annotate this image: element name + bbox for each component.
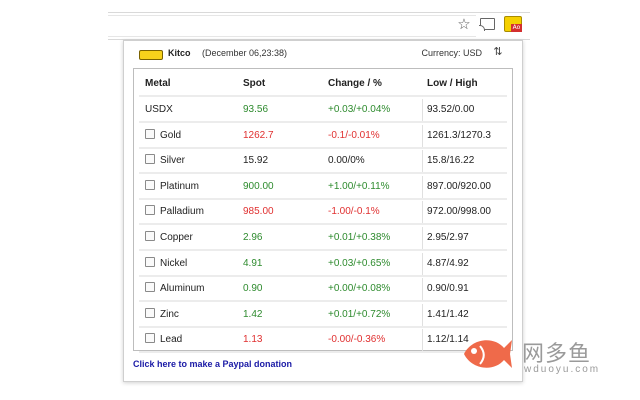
refresh-icon[interactable]: ⇅ (492, 46, 504, 58)
change-value: +0.03/+0.04% (328, 104, 391, 115)
header-spot: Spot (243, 78, 266, 89)
low-high-value: 4.87/4.92 (427, 257, 469, 269)
metal-checkbox[interactable] (145, 256, 155, 267)
table-row: Aluminum 0.90 +0.00/+0.08% 0.90/0.91 (139, 278, 507, 303)
popup-header: Kitco (December 06,23:38) Currency: USD … (124, 41, 522, 67)
kitco-popup: Kitco (December 06,23:38) Currency: USD … (123, 40, 523, 382)
table-row: USDX 93.56 +0.03/+0.04% 93.52/0.00 (139, 99, 507, 123)
table-row: Silver 15.92 0.00/0% 15.8/16.22 (139, 150, 507, 175)
star-icon[interactable]: ☆ (455, 15, 473, 33)
gold-bar-icon (139, 50, 163, 60)
extension-badge: Ao (511, 24, 522, 32)
spot-price: 2.96 (243, 232, 263, 243)
table-row: Palladium 985.00 -1.00/-0.1% 972.00/998.00 (139, 201, 507, 226)
metal-name: Aluminum (160, 283, 205, 295)
change-value: -0.1/-0.01% (328, 129, 380, 141)
kitco-extension-icon[interactable]: Ao (504, 16, 522, 32)
table-header-row: Metal Spot Change / % Low / High (139, 73, 507, 97)
change-value: +0.03/+0.65% (328, 257, 391, 269)
currency-label[interactable]: Currency: USD (421, 48, 482, 58)
low-high-value: 1261.3/1270.3 (427, 129, 491, 141)
table-row: Zinc 1.42 +0.01/+0.72% 1.41/1.42 (139, 303, 507, 328)
low-high-value: 1.41/1.42 (427, 308, 469, 320)
brand-name: Kitco (168, 48, 191, 58)
change-value: +0.01/+0.38% (328, 232, 391, 243)
change-value: +0.00/+0.08% (328, 283, 391, 295)
change-value: -1.00/-0.1% (328, 206, 380, 218)
metal-name: Palladium (160, 206, 204, 218)
low-high-value: 0.90/0.91 (427, 283, 469, 295)
metal-name: Nickel (160, 257, 188, 269)
prices-table: Metal Spot Change / % Low / High USDX 93.… (133, 68, 513, 354)
low-high-value: 15.8/16.22 (427, 155, 475, 167)
metal-checkbox[interactable] (145, 333, 155, 344)
metal-checkbox[interactable] (145, 231, 155, 241)
metal-name: Lead (160, 334, 183, 346)
spot-price: 0.90 (243, 283, 263, 295)
cast-icon[interactable] (479, 18, 495, 31)
change-value: -0.00/-0.36% (328, 334, 386, 346)
metal-cell: Aluminum (145, 278, 204, 300)
metal-cell: Nickel (145, 253, 187, 275)
metal-cell: Lead (145, 329, 182, 351)
low-high-value: 972.00/998.00 (427, 206, 491, 218)
address-bar-inner (108, 15, 476, 37)
metal-checkbox[interactable] (145, 179, 155, 190)
change-value: +1.00/+0.11% (328, 180, 390, 192)
header-change: Change / % (328, 78, 382, 89)
table-row: Lead 1.13 -0.00/-0.36% 1.12/1.14 (139, 329, 507, 354)
low-high-value: 897.00/920.00 (427, 180, 491, 192)
metal-cell: Palladium (145, 201, 204, 223)
metal-checkbox[interactable] (145, 282, 155, 293)
spot-price: 15.92 (243, 155, 269, 167)
metal-name: Zinc (160, 308, 179, 320)
metal-checkbox[interactable] (145, 154, 155, 165)
spot-price: 1.42 (243, 308, 263, 320)
metal-name: Silver (160, 155, 186, 167)
metal-name: Platinum (160, 180, 199, 192)
spot-price: 1.13 (243, 334, 263, 346)
header-low-high: Low / High (427, 78, 478, 89)
metal-cell: Platinum (145, 176, 199, 198)
metal-checkbox[interactable] (145, 128, 155, 139)
metal-name: USDX (145, 104, 173, 115)
metal-cell: Zinc (145, 304, 179, 326)
spot-price: 985.00 (243, 206, 274, 218)
table-row: Nickel 4.91 +0.03/+0.65% 4.87/4.92 (139, 252, 507, 277)
spot-price: 93.56 (243, 104, 269, 115)
table-row: Gold 1262.7 -0.1/-0.01% 1261.3/1270.3 (139, 124, 507, 149)
spot-price: 900.00 (243, 180, 274, 192)
spot-price: 4.91 (243, 257, 263, 269)
metal-cell: Silver (145, 150, 185, 172)
low-high-value: 2.95/2.97 (427, 232, 469, 243)
metal-checkbox[interactable] (145, 307, 155, 318)
metal-name: Gold (160, 129, 182, 141)
metal-checkbox[interactable] (145, 205, 155, 216)
spot-price: 1262.7 (243, 129, 274, 141)
change-value: +0.01/+0.72% (328, 308, 391, 320)
timestamp: (December 06,23:38) (202, 48, 288, 58)
watermark-url: wduoyu.com (524, 364, 601, 375)
metal-cell: Copper (145, 227, 193, 249)
change-value: 0.00/0% (328, 155, 365, 167)
fish-logo-icon (464, 340, 512, 368)
metal-name: Copper (160, 232, 193, 243)
metal-cell: USDX (145, 99, 173, 121)
low-high-value: 93.52/0.00 (427, 104, 475, 115)
metal-cell: Gold (145, 125, 181, 147)
paypal-donation-link[interactable]: Click here to make a Paypal donation (133, 359, 292, 369)
table-row: Platinum 900.00 +1.00/+0.11% 897.00/920.00 (139, 175, 507, 200)
header-metal: Metal (145, 78, 171, 89)
table-row: Copper 2.96 +0.01/+0.38% 2.95/2.97 (139, 227, 507, 251)
